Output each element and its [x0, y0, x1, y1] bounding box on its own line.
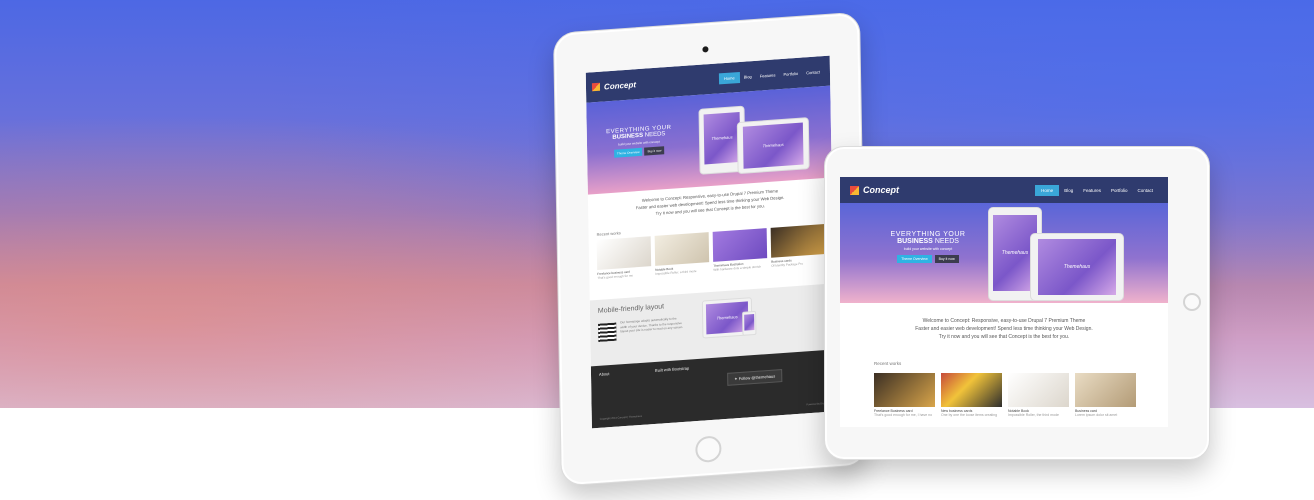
welcome-text: Welcome to Concept: Responsive, easy-to-… [840, 317, 1168, 341]
recent-thumb [596, 236, 652, 270]
twitter-icon: ✦ [734, 376, 738, 382]
camera-icon [702, 46, 709, 53]
recent-item[interactable]: Freelance business card That's good enou… [596, 236, 652, 280]
recent-item[interactable]: Themehaus illustration With hardware dot… [712, 228, 768, 272]
nav-item-features[interactable]: Features [756, 69, 780, 82]
recent-works-title: Recent works [874, 361, 902, 366]
hero-line1: EVERYTHING YOUR [890, 231, 966, 238]
home-button-icon [695, 435, 722, 464]
theme-overview-button[interactable]: Theme Overview [613, 147, 643, 158]
hero-text: EVERYTHING YOUR BUSINESS NEEDS build you… [880, 231, 976, 263]
nav-menu: Home Blog Features Portfolio Contact [718, 66, 824, 84]
nav-item-home[interactable]: Home [1035, 184, 1060, 196]
phone-mockup [742, 310, 757, 336]
phone-screen [744, 313, 755, 331]
welcome-line3: Try it now and you will see that Concept… [938, 334, 1070, 340]
welcome-line1: Welcome to Concept: Responsive, easy-to-… [922, 318, 1086, 324]
qr-code-icon [598, 322, 617, 342]
recent-thumb [712, 228, 768, 262]
mobile-title: Mobile-friendly layout [597, 303, 665, 315]
hero-tablet-label: Themehaus [742, 122, 804, 169]
nav-item-portfolio[interactable]: Portfolio [779, 67, 802, 80]
recent-thumb [770, 224, 826, 258]
hero-text: EVERYTHING YOUR BUSINESS NEEDS build you… [595, 124, 683, 159]
ipad-portrait: Concept Home Blog Features Portfolio Con… [553, 11, 868, 487]
nav-item-blog[interactable]: Blog [740, 70, 756, 82]
recent-works-grid: Freelance business card That's good enou… [596, 224, 826, 280]
brand-name: Concept [603, 79, 637, 91]
hero-tablet-label: Themehaus [703, 111, 741, 165]
hero-tablet-label: Themehaus [1038, 239, 1116, 295]
mobile-text: Our homepage adapts automatically to the… [620, 316, 684, 334]
hero-tagline: build your website with concept [903, 247, 953, 251]
copyright-text: Copyright 2013 Concept | Themehaus [599, 414, 642, 421]
recent-item[interactable]: Freelance Business card That's good enou… [874, 373, 935, 417]
buy-now-button[interactable]: Buy it now [934, 255, 959, 263]
hero-line2-bold: BUSINESS [612, 132, 644, 141]
hero-line2-rest: NEEDS [934, 238, 959, 245]
recent-subtitle: One by one the loose items creating [941, 413, 998, 417]
recent-item[interactable]: Notable Book Impossible Roller, the thir… [1008, 373, 1069, 417]
recent-thumb [1075, 373, 1136, 407]
hero-line2-rest: NEEDS [644, 131, 666, 139]
recent-thumb [654, 232, 710, 266]
welcome-line2: Faster and easier web development! Spend… [915, 326, 1093, 332]
nav-item-portfolio[interactable]: Portfolio [1106, 185, 1133, 196]
nav-menu: Home Blog Features Portfolio Contact [1035, 184, 1158, 196]
recent-item[interactable]: Business card Lorem ipsum dolor sit amet [1075, 373, 1136, 417]
recent-works-title: Recent works [596, 230, 621, 237]
home-button-icon [1183, 293, 1201, 311]
logo-mark-icon [850, 185, 859, 195]
footer-col2-title: Built with Bootstrap [654, 365, 690, 373]
hero-tablet-landscape: Themehaus [736, 117, 810, 175]
buy-now-button[interactable]: Buy it now [644, 146, 665, 156]
site-logo[interactable]: Concept [850, 185, 899, 195]
nav-item-contact[interactable]: Contact [1132, 185, 1158, 196]
footer-col1-title: About [598, 371, 610, 377]
hero-tablet-landscape: Themehaus [1030, 233, 1124, 301]
recent-thumb [874, 373, 935, 407]
follow-twitter-button[interactable]: ✦ Follow @themehaus [727, 369, 783, 386]
recent-item[interactable]: Notable Book Impossible Roller, a third … [654, 232, 710, 276]
recent-thumb [941, 373, 1002, 407]
nav-item-contact[interactable]: Contact [802, 66, 824, 79]
site-logo[interactable]: Concept [591, 79, 637, 92]
hero-banner: EVERYTHING YOUR BUSINESS NEEDS build you… [586, 85, 832, 195]
recent-item[interactable]: Business cards Of Identity Package Pro [770, 224, 826, 268]
site-nav: Concept Home Blog Features Portfolio Con… [840, 177, 1168, 203]
ipad-portrait-screen: Concept Home Blog Features Portfolio Con… [585, 55, 836, 429]
hero-line2-bold: BUSINESS [897, 238, 933, 245]
nav-item-blog[interactable]: Blog [1059, 185, 1078, 196]
brand-name: Concept [863, 185, 899, 195]
logo-mark-icon [591, 82, 601, 92]
recent-item[interactable]: New business cards One by one the loose … [941, 373, 1002, 417]
ipad-landscape-screen: Concept Home Blog Features Portfolio Con… [840, 177, 1168, 427]
hero-banner: EVERYTHING YOUR BUSINESS NEEDS build you… [840, 203, 1168, 303]
recent-subtitle: That's good enough for me, I have no [874, 413, 933, 417]
nav-item-features[interactable]: Features [1078, 185, 1106, 196]
recent-works-grid: Freelance Business card That's good enou… [874, 373, 1136, 417]
ipad-landscape: Concept Home Blog Features Portfolio Con… [824, 146, 1210, 460]
theme-overview-button[interactable]: Theme Overview [897, 255, 932, 263]
recent-subtitle: Impossible Roller, the third mode [1008, 413, 1059, 417]
nav-item-home[interactable]: Home [718, 71, 740, 84]
follow-label: Follow @themehaus [738, 373, 776, 382]
recent-subtitle: Lorem ipsum dolor sit amet [1075, 413, 1118, 417]
recent-thumb [1008, 373, 1069, 407]
